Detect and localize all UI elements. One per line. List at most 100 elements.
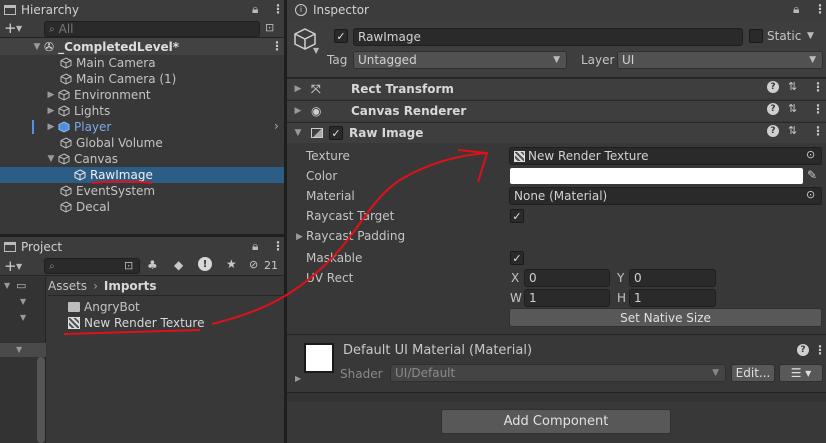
chevron-down-icon[interactable]: ▼	[20, 297, 26, 306]
tag-dropdown[interactable]: Untagged ▼	[353, 51, 567, 69]
chevron-right-icon[interactable]: ▶	[46, 90, 56, 100]
raycast-target-checkbox[interactable]: ✓	[510, 209, 524, 223]
open-prefab-chevron-icon[interactable]: ›	[274, 119, 279, 133]
project-menu-icon[interactable]: ⋮	[272, 239, 284, 253]
lock-icon[interactable]: 🔒︎	[793, 2, 799, 17]
help-icon[interactable]: ?	[767, 103, 779, 115]
shader-dropdown[interactable]: UI/Default ▼	[390, 364, 726, 382]
component-menu-icon[interactable]: ⋮	[812, 80, 824, 94]
object-picker-icon[interactable]: ⊙	[806, 148, 815, 161]
project-item-new-render-texture[interactable]: New Render Texture	[68, 315, 204, 331]
object-name-input[interactable]: RawImage	[353, 28, 743, 46]
chevron-right-icon[interactable]: ▶	[46, 106, 56, 116]
log-filter-icon[interactable]: !	[198, 257, 212, 271]
hierarchy-item-main-camera-1[interactable]: Main Camera (1)	[60, 71, 176, 87]
chevron-down-icon[interactable]: ▼	[4, 281, 10, 290]
folder-open-icon: ▭	[16, 279, 27, 292]
uv-h-input[interactable]: 1	[629, 289, 716, 307]
lock-icon[interactable]: 🔒︎	[252, 2, 258, 17]
lock-icon[interactable]: 🔒︎	[252, 239, 258, 254]
hierarchy-item-player[interactable]: ▶ Player	[46, 119, 112, 135]
unity-scene-icon: ✇	[44, 39, 55, 54]
hierarchy-item-environment[interactable]: ▶ Environment	[46, 87, 151, 103]
shader-options-dropdown[interactable]: ☰ ▾	[779, 364, 823, 382]
hierarchy-search-input[interactable]: ⌕ All	[44, 21, 260, 37]
color-swatch[interactable]	[510, 168, 803, 184]
scene-row[interactable]: ▼ ✇ _CompletedLevel*	[0, 38, 284, 55]
maskable-checkbox[interactable]: ✓	[510, 251, 524, 265]
project-item-angrybot[interactable]: AngryBot	[68, 299, 140, 315]
static-dropdown-icon[interactable]: ▼	[807, 31, 814, 41]
texture-object-field[interactable]: New Render Texture	[509, 147, 822, 165]
uv-w-input[interactable]: 1	[524, 289, 610, 307]
filter-type-icon[interactable]: ♣	[147, 258, 158, 272]
raw-image-enabled-checkbox[interactable]: ✓	[329, 126, 343, 140]
tag-label: Tag	[327, 53, 348, 67]
active-checkbox[interactable]: ✓	[334, 29, 348, 43]
create-dropdown-icon[interactable]: ▼	[16, 262, 22, 271]
component-menu-icon[interactable]: ⋮	[812, 102, 824, 116]
favorites-star-icon[interactable]: ★	[226, 257, 237, 271]
scene-menu-icon[interactable]: ⋮	[271, 39, 283, 53]
chevron-right-icon[interactable]: ▶	[293, 84, 303, 94]
chevron-down-icon[interactable]: ▼	[20, 313, 26, 322]
material-menu-icon[interactable]: ⋮	[814, 343, 826, 357]
rect-transform-header[interactable]: ▶ ⤧ Rect Transform	[287, 78, 826, 99]
raw-image-header[interactable]: ▼ ✓ Raw Image	[287, 122, 826, 143]
hierarchy-item-canvas[interactable]: ▼ Canvas	[46, 151, 119, 167]
inspector-tab[interactable]: i Inspector	[287, 0, 826, 20]
project-tab[interactable]: Project	[0, 237, 284, 257]
filter-label-icon[interactable]: ◆	[174, 258, 183, 272]
add-component-button[interactable]: Add Component	[441, 409, 671, 434]
raycast-padding-label[interactable]: Raycast Padding	[306, 229, 405, 243]
uv-x-input[interactable]: 0	[524, 269, 610, 287]
static-checkbox[interactable]	[749, 29, 763, 43]
hierarchy-item-global-volume[interactable]: Global Volume	[60, 135, 163, 151]
search-options-icon[interactable]: ⊡	[265, 21, 274, 34]
hierarchy-item-eventsystem[interactable]: EventSystem	[60, 183, 155, 199]
chevron-right-icon[interactable]: ▶	[295, 374, 301, 383]
hierarchy-item-lights[interactable]: ▶ Lights	[46, 103, 111, 119]
chevron-down-icon[interactable]: ▼	[293, 128, 303, 138]
hierarchy-item-decal[interactable]: Decal	[60, 199, 110, 215]
chevron-right-icon[interactable]: ▶	[46, 122, 56, 132]
edit-shader-button[interactable]: Edit...	[731, 364, 775, 382]
hierarchy-item-main-camera[interactable]: Main Camera	[60, 55, 156, 71]
eyedropper-icon[interactable]: ✎	[807, 168, 817, 182]
material-object-field[interactable]: None (Material)	[509, 187, 822, 205]
canvas-renderer-header[interactable]: ▶ ◉ Canvas Renderer	[287, 100, 826, 121]
chevron-right-icon[interactable]: ▶	[293, 106, 303, 116]
set-native-size-button[interactable]: Set Native Size	[509, 308, 822, 327]
hierarchy-menu-icon[interactable]: ⋮	[272, 2, 284, 16]
tree-selected-item[interactable]	[0, 343, 46, 357]
hidden-packages-icon[interactable]: ⊘	[249, 258, 258, 271]
icon-dropdown-icon[interactable]: ▼	[313, 46, 319, 55]
breadcrumb-imports[interactable]: Imports	[104, 279, 157, 293]
add-dropdown-icon[interactable]: ▼	[16, 24, 22, 33]
material-preview-thumbnail[interactable]	[304, 343, 334, 373]
chevron-down-icon[interactable]: ▼	[46, 154, 56, 164]
chevron-down-icon[interactable]: ▼	[16, 345, 22, 354]
hierarchy-tab[interactable]: Hierarchy	[0, 0, 284, 20]
help-icon[interactable]: ?	[767, 125, 779, 137]
help-icon[interactable]: ?	[767, 81, 779, 93]
uv-y-input[interactable]: 0	[629, 269, 716, 287]
search-options-icon[interactable]: ⊡	[124, 259, 133, 272]
chevron-right-icon[interactable]: ▶	[296, 232, 303, 242]
inspector-menu-icon[interactable]: ⋮	[814, 2, 826, 16]
add-object-button[interactable]: +	[4, 19, 17, 37]
layer-dropdown[interactable]: UI ▼	[617, 51, 823, 69]
preset-sliders-icon[interactable]: ⇅	[788, 102, 797, 115]
hierarchy-item-rawimage[interactable]: RawImage	[74, 167, 153, 183]
preset-sliders-icon[interactable]: ⇅	[788, 80, 797, 93]
folder-icon	[68, 302, 80, 312]
preset-sliders-icon[interactable]: ⇅	[788, 124, 797, 137]
breadcrumb-assets[interactable]: Assets	[48, 279, 87, 293]
create-asset-button[interactable]: +	[4, 257, 17, 275]
project-toolbar	[0, 257, 284, 276]
help-icon[interactable]: ?	[797, 344, 809, 356]
tree-scrollbar[interactable]	[37, 357, 45, 443]
component-menu-icon[interactable]: ⋮	[812, 124, 824, 138]
chevron-down-icon[interactable]: ▼	[32, 42, 42, 52]
object-picker-icon[interactable]: ⊙	[806, 188, 815, 201]
